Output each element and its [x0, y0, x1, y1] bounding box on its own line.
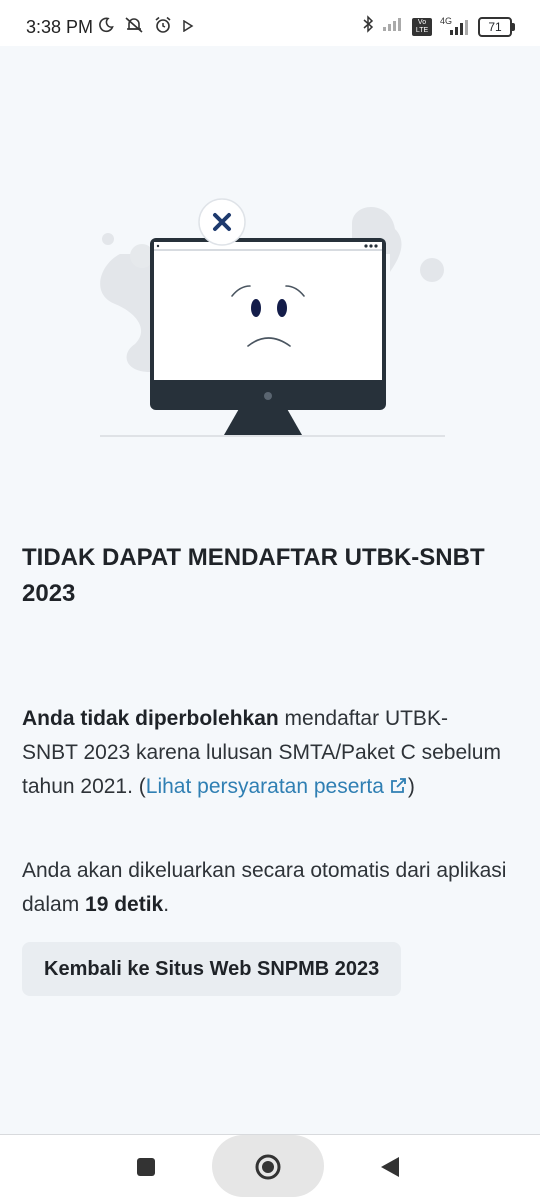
moon-icon [98, 17, 114, 38]
status-time: 3:38 PM [26, 17, 94, 37]
countdown-period: . [163, 893, 170, 916]
recents-button[interactable] [126, 1149, 166, 1185]
back-to-website-button[interactable]: Kembali ke Situs Web SNPMB 2023 [22, 942, 402, 996]
error-page: TIDAK DAPAT MENDAFTAR UTBK-SNBT 2023 And… [0, 46, 540, 1134]
countdown-seconds: 19 detik [85, 893, 164, 916]
ineligibility-emphasis: Anda tidak diperbolehkan [22, 707, 279, 730]
status-right-icons: Vo LTE 4G 71 [362, 15, 515, 38]
closing-paren: ) [407, 775, 415, 798]
bluetooth-icon [362, 15, 374, 38]
back-button[interactable] [370, 1149, 410, 1185]
home-button[interactable] [248, 1147, 288, 1187]
battery-indicator: 71 [478, 16, 515, 37]
volte-icon: Vo LTE [412, 17, 432, 36]
sad-computer-error-illustration [100, 198, 445, 437]
recents-square-icon [137, 1158, 155, 1176]
ineligibility-message: Anda tidak diperbolehkan mendaftar UTBK-… [22, 702, 502, 807]
play-icon [182, 19, 194, 37]
logout-countdown-message: Anda akan dikeluarkan secara otomatis da… [22, 854, 512, 922]
external-link-icon [388, 773, 408, 807]
signal-icon [382, 16, 404, 37]
status-left-icons [98, 16, 194, 39]
home-circle-icon [255, 1154, 281, 1180]
4g-signal-icon: 4G [440, 16, 470, 36]
back-triangle-icon [381, 1157, 399, 1177]
navigation-bar [0, 1134, 540, 1201]
page-title: TIDAK DAPAT MENDAFTAR UTBK-SNBT 2023 [22, 544, 485, 607]
bell-off-icon [124, 16, 144, 39]
alarm-icon [154, 16, 172, 39]
requirements-link[interactable]: Lihat persyaratan peserta [146, 775, 408, 798]
status-bar: 3:38 PM Vo LTE 4G 71 [0, 0, 540, 46]
requirements-link-label: Lihat persyaratan peserta [145, 775, 384, 798]
